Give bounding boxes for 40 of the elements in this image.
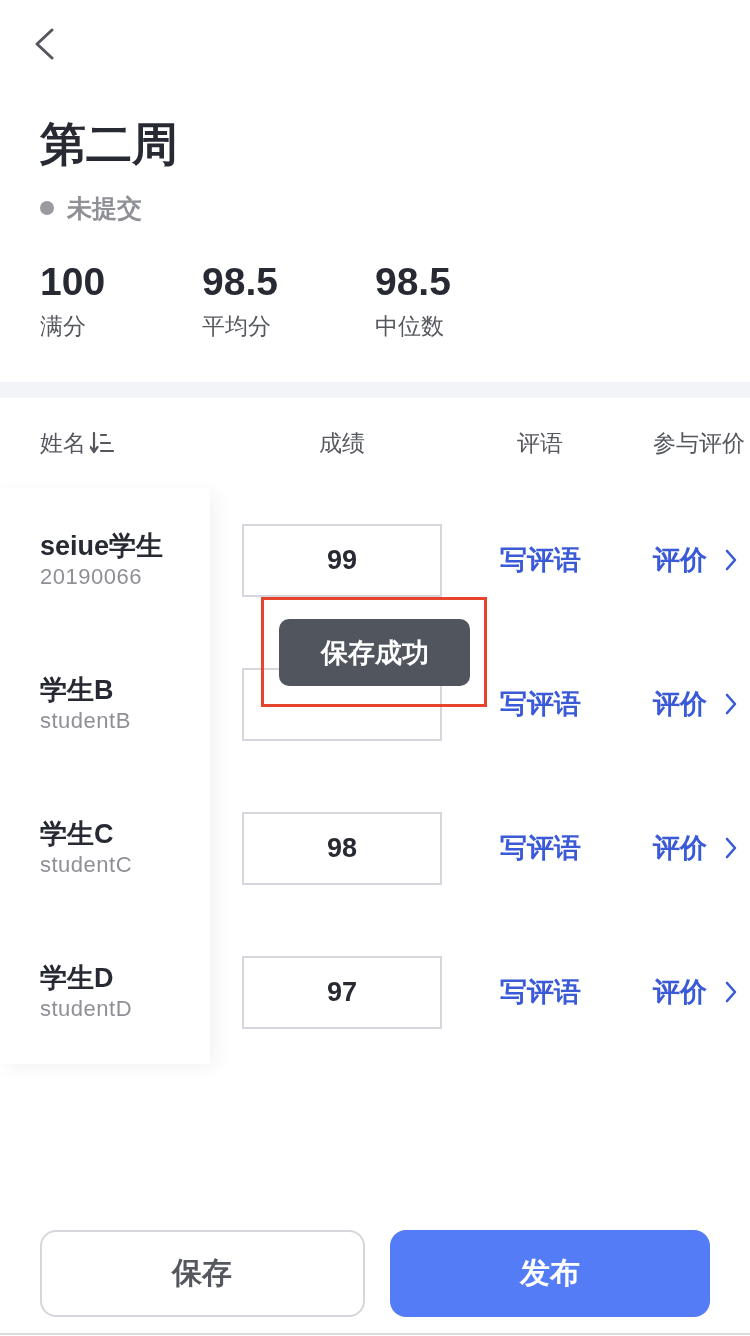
score-input[interactable]: 97 [242, 955, 442, 1029]
page-title: 第二周 [40, 117, 178, 172]
evaluate-link[interactable]: 评价 [653, 542, 737, 578]
stat-value: 98.5 [375, 260, 451, 304]
write-comment-link[interactable]: 写评语 [499, 686, 581, 722]
save-button[interactable]: 保存 [40, 1230, 365, 1317]
write-comment-link[interactable]: 写评语 [499, 830, 581, 866]
sort-icon[interactable] [90, 432, 114, 454]
stat-label: 中位数 [375, 312, 444, 341]
stat-value: 98.5 [202, 260, 278, 304]
write-comment-link[interactable]: 写评语 [499, 542, 581, 578]
publish-button[interactable]: 发布 [389, 1230, 710, 1317]
column-header: 成绩 [319, 428, 365, 458]
stat-label: 平均分 [202, 312, 272, 341]
write-comment-link[interactable]: 写评语 [499, 974, 581, 1010]
score-input[interactable]: 98 [242, 811, 442, 885]
stat-label: 满分 [40, 312, 86, 341]
student-id: studentD [40, 995, 133, 1023]
student-name: 学生C [40, 818, 114, 851]
evaluate-link[interactable]: 评价 [653, 830, 737, 866]
student-id: 20190066 [40, 563, 142, 591]
chevron-right-icon [725, 981, 737, 1003]
column-header: 评语 [517, 428, 563, 458]
status-label: 未提交 [67, 192, 142, 224]
evaluate-link[interactable]: 评价 [653, 686, 737, 722]
student-id: studentB [40, 707, 131, 735]
column-header: 参与评价 [653, 428, 745, 458]
back-icon[interactable] [33, 28, 55, 60]
student-name: seiue学生 [40, 530, 164, 563]
chevron-right-icon [725, 549, 737, 571]
score-input[interactable]: 99 [242, 523, 442, 597]
chevron-right-icon [725, 693, 737, 715]
stat-value: 100 [40, 260, 106, 304]
toast-message: 保存成功 [279, 619, 470, 686]
student-name: 学生D [40, 962, 114, 995]
student-id: studentC [40, 851, 133, 879]
chevron-right-icon [725, 837, 737, 859]
student-name: 学生B [40, 674, 114, 707]
column-header: 姓名 [40, 428, 86, 458]
evaluate-link[interactable]: 评价 [653, 974, 737, 1010]
